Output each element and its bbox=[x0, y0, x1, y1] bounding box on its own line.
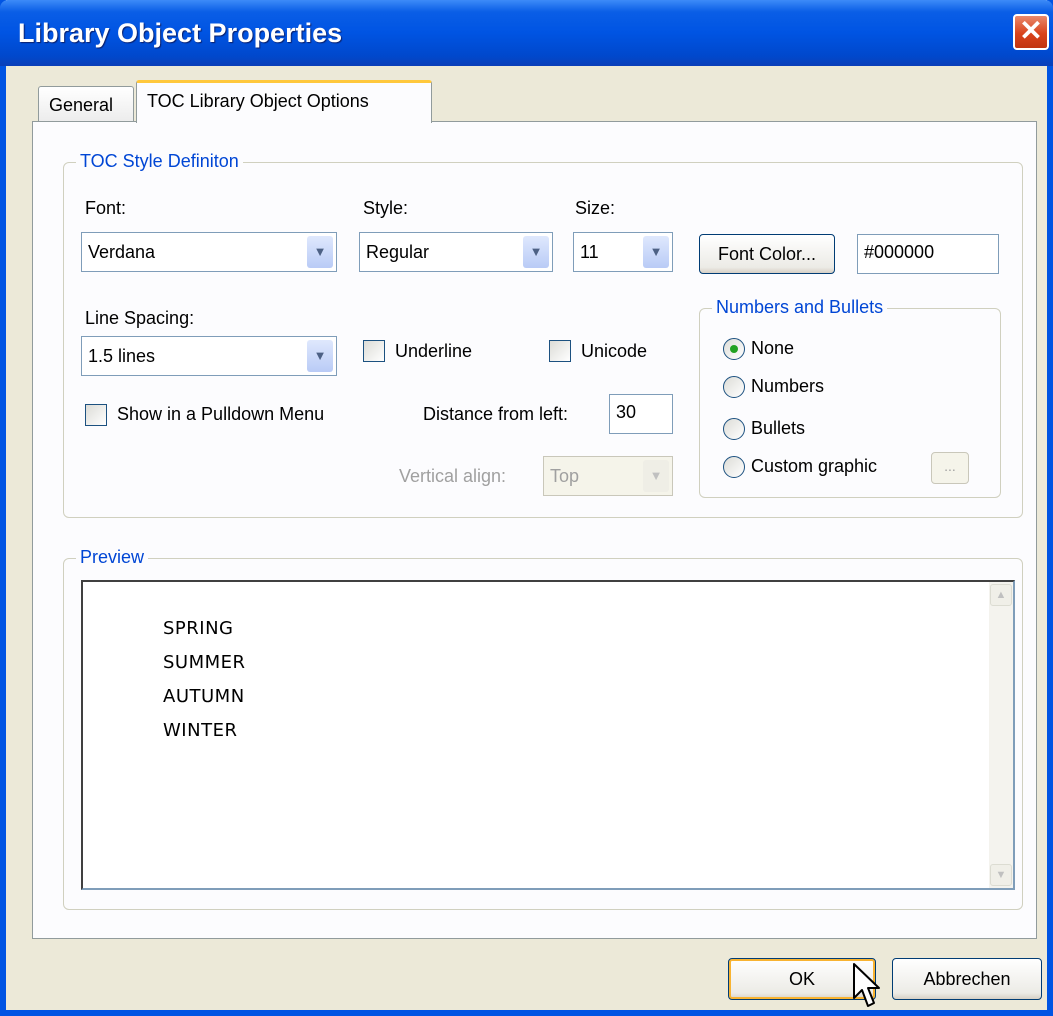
toc-style-legend: TOC Style Definiton bbox=[76, 151, 243, 172]
scroll-up-arrow-icon[interactable]: ▲ bbox=[990, 584, 1012, 606]
radio-none[interactable] bbox=[723, 338, 745, 360]
style-label: Style: bbox=[363, 198, 409, 218]
radio-bullets[interactable] bbox=[723, 418, 745, 440]
title-bar[interactable]: Library Object Properties ✕ bbox=[0, 0, 1053, 66]
chevron-down-icon: ▼ bbox=[643, 460, 669, 492]
font-value: Verdana bbox=[88, 242, 156, 262]
preview-line: SUMMER bbox=[163, 652, 246, 673]
distance-from-left-label: Distance from left: bbox=[423, 404, 569, 424]
mouse-pointer-icon bbox=[853, 963, 880, 1007]
distance-from-left-field[interactable]: 30 bbox=[609, 394, 673, 434]
preview-scrollbar[interactable]: ▲ ▼ bbox=[989, 582, 1013, 888]
close-icon: ✕ bbox=[1019, 15, 1043, 46]
unicode-label[interactable]: Unicode bbox=[581, 341, 647, 362]
tab-panel: TOC Style Definiton Font: Verdana ▼ Styl… bbox=[32, 121, 1037, 939]
line-spacing-label: Line Spacing: bbox=[85, 308, 195, 328]
preview-area: SPRING SUMMER AUTUMN WINTER ▲ ▼ bbox=[81, 580, 1015, 890]
scroll-down-arrow-icon[interactable]: ▼ bbox=[990, 864, 1012, 886]
radio-none-label[interactable]: None bbox=[751, 338, 794, 359]
style-value: Regular bbox=[366, 242, 430, 262]
line-spacing-value: 1.5 lines bbox=[88, 346, 156, 366]
size-select[interactable]: 11 ▼ bbox=[573, 232, 673, 272]
font-color-button[interactable]: Font Color... bbox=[699, 234, 835, 274]
tab-toc-library-object-options[interactable]: TOC Library Object Options bbox=[136, 80, 432, 123]
close-button[interactable]: ✕ bbox=[1013, 14, 1049, 50]
tab-general[interactable]: General bbox=[38, 86, 134, 122]
preview-legend: Preview bbox=[76, 547, 149, 568]
font-label: Font: bbox=[85, 198, 127, 218]
line-spacing-select[interactable]: 1.5 lines ▼ bbox=[81, 336, 337, 376]
underline-label[interactable]: Underline bbox=[395, 341, 472, 362]
preview-line: SPRING bbox=[163, 618, 234, 639]
underline-checkbox[interactable] bbox=[363, 340, 385, 362]
style-select[interactable]: Regular ▼ bbox=[359, 232, 553, 272]
dialog-window: Library Object Properties ✕ General TOC … bbox=[0, 0, 1053, 1016]
preview-line: WINTER bbox=[163, 720, 238, 741]
pulldown-checkbox[interactable] bbox=[85, 404, 107, 426]
font-color-field[interactable]: #000000 bbox=[857, 234, 999, 274]
radio-bullets-label[interactable]: Bullets bbox=[751, 418, 805, 439]
numbers-bullets-legend: Numbers and Bullets bbox=[712, 297, 888, 318]
radio-numbers-label[interactable]: Numbers bbox=[751, 376, 824, 397]
unicode-checkbox[interactable] bbox=[549, 340, 571, 362]
vertical-align-value: Top bbox=[550, 466, 580, 486]
window-title: Library Object Properties bbox=[18, 18, 343, 48]
vertical-align-label: Vertical align: bbox=[399, 466, 507, 486]
chevron-down-icon[interactable]: ▼ bbox=[307, 236, 333, 268]
size-value: 11 bbox=[580, 242, 599, 262]
cancel-button[interactable]: Abbrechen bbox=[892, 958, 1042, 1000]
size-label: Size: bbox=[575, 198, 616, 218]
preview-line: AUTUMN bbox=[163, 686, 245, 707]
vertical-align-select: Top ▼ bbox=[543, 456, 673, 496]
radio-custom-graphic-label[interactable]: Custom graphic bbox=[751, 456, 877, 477]
chevron-down-icon[interactable]: ▼ bbox=[643, 236, 669, 268]
browse-graphic-button: ... bbox=[931, 452, 969, 484]
pulldown-label[interactable]: Show in a Pulldown Menu bbox=[117, 404, 324, 425]
chevron-down-icon[interactable]: ▼ bbox=[523, 236, 549, 268]
chevron-down-icon[interactable]: ▼ bbox=[307, 340, 333, 372]
radio-custom-graphic[interactable] bbox=[723, 456, 745, 478]
font-select[interactable]: Verdana ▼ bbox=[81, 232, 337, 272]
radio-numbers[interactable] bbox=[723, 376, 745, 398]
